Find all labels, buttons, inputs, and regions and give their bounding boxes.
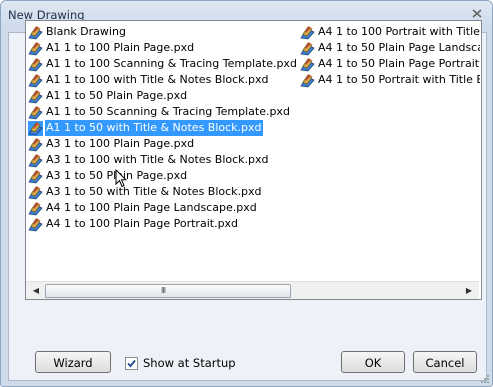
template-item[interactable]: A1 1 to 100 Plain Page.pxd xyxy=(28,40,298,56)
show-at-startup-label: Show at Startup xyxy=(143,356,236,370)
scrollbar-grip: III xyxy=(161,286,166,295)
template-item-label: A1 1 to 50 Scanning & Tracing Template.p… xyxy=(46,105,290,118)
template-list[interactable]: Blank Drawing A1 1 to 100 Plain Page.pxd A… xyxy=(25,20,482,300)
template-item-label: A4 1 to 100 Plain Page Portrait.pxd xyxy=(46,217,239,230)
scroll-right-arrow-icon[interactable]: ▶ xyxy=(461,282,477,299)
template-item[interactable]: A1 1 to 100 Scanning & Tracing Template.… xyxy=(28,56,298,72)
template-item-label: A1 1 to 50 Plain Page.pxd xyxy=(46,89,188,102)
drawing-document-icon xyxy=(300,73,315,87)
drawing-document-icon xyxy=(28,217,43,231)
template-item-label: A3 1 to 50 with Title & Notes Block.pxd xyxy=(46,185,262,198)
template-item-label: A4 1 to 50 Portrait with Title B xyxy=(318,73,480,86)
close-button[interactable] xyxy=(470,7,484,20)
drawing-document-icon xyxy=(28,169,43,183)
template-item[interactable]: Blank Drawing xyxy=(28,24,298,40)
list-column-1: Blank Drawing A1 1 to 100 Plain Page.pxd A… xyxy=(28,24,298,232)
template-item[interactable]: A3 1 to 100 Plain Page.pxd xyxy=(28,136,298,152)
show-at-startup-checkbox[interactable]: Show at Startup xyxy=(125,356,236,370)
drawing-document-icon xyxy=(28,105,43,119)
template-item[interactable]: A3 1 to 50 with Title & Notes Block.pxd xyxy=(28,184,298,200)
template-item[interactable]: A4 1 to 50 Plain Page Portrait xyxy=(300,56,480,72)
template-item[interactable]: A4 1 to 100 Plain Page Portrait.pxd xyxy=(28,216,298,232)
template-item-label: A4 1 to 50 Plain Page Portrait xyxy=(318,57,480,70)
template-item-label: A4 1 to 100 Portrait with Title xyxy=(318,25,480,38)
template-item-label: A4 1 to 100 Plain Page Landscape.pxd xyxy=(46,201,257,214)
wizard-button[interactable]: Wizard xyxy=(35,351,111,373)
drawing-document-icon xyxy=(28,201,43,215)
drawing-document-icon xyxy=(300,25,315,39)
template-item[interactable]: A1 1 to 50 Plain Page.pxd xyxy=(28,88,298,104)
drawing-document-icon xyxy=(300,41,315,55)
template-item[interactable]: A3 1 to 100 with Title & Notes Block.pxd xyxy=(28,152,298,168)
drawing-document-icon xyxy=(28,185,43,199)
drawing-document-icon xyxy=(28,89,43,103)
template-item-label: A3 1 to 100 Plain Page.pxd xyxy=(46,137,195,150)
list-column-2: A4 1 to 100 Portrait with Title A4 1 to 5… xyxy=(300,24,480,88)
template-item-label: A1 1 to 100 Plain Page.pxd xyxy=(46,41,195,54)
template-item-label: A3 1 to 100 with Title & Notes Block.pxd xyxy=(46,153,269,166)
checkbox-box[interactable] xyxy=(125,356,138,370)
close-icon xyxy=(472,9,482,18)
template-item[interactable]: A1 1 to 50 with Title & Notes Block.pxd xyxy=(28,120,298,136)
template-item[interactable]: A1 1 to 100 with Title & Notes Block.pxd xyxy=(28,72,298,88)
template-item-label: A1 1 to 100 with Title & Notes Block.pxd xyxy=(46,73,269,86)
template-item[interactable]: A4 1 to 50 Portrait with Title B xyxy=(300,72,480,88)
scroll-left-arrow-icon[interactable]: ◀ xyxy=(28,282,44,299)
resize-grip-icon[interactable] xyxy=(480,374,490,384)
template-item-label: A4 1 to 50 Plain Page Landsca xyxy=(318,41,480,54)
template-item[interactable]: A4 1 to 100 Plain Page Landscape.pxd xyxy=(28,200,298,216)
template-item-label: Blank Drawing xyxy=(46,25,126,38)
drawing-document-icon xyxy=(28,25,43,39)
drawing-document-icon xyxy=(28,153,43,167)
template-item-label: A1 1 to 50 with Title & Notes Block.pxd xyxy=(45,120,263,136)
drawing-document-icon xyxy=(28,120,43,136)
drawing-document-icon xyxy=(28,57,43,71)
template-item[interactable]: A4 1 to 100 Portrait with Title xyxy=(300,24,480,40)
template-item-label: A1 1 to 100 Scanning & Tracing Template.… xyxy=(46,57,297,70)
cancel-button[interactable]: Cancel xyxy=(413,351,477,373)
horizontal-scrollbar[interactable]: ◀ III ▶ xyxy=(26,281,479,299)
ok-button[interactable]: OK xyxy=(341,351,405,373)
scrollbar-thumb[interactable]: III xyxy=(45,284,291,298)
drawing-document-icon xyxy=(28,137,43,151)
template-item[interactable]: A1 1 to 50 Scanning & Tracing Template.p… xyxy=(28,104,298,120)
mouse-pointer-icon xyxy=(115,169,127,188)
drawing-document-icon xyxy=(300,57,315,71)
template-item[interactable]: A4 1 to 50 Plain Page Landsca xyxy=(300,40,480,56)
checkmark-icon xyxy=(127,359,136,367)
drawing-document-icon xyxy=(28,73,43,87)
template-item[interactable]: A3 1 to 50 Plain Page.pxd xyxy=(28,168,298,184)
drawing-document-icon xyxy=(28,41,43,55)
